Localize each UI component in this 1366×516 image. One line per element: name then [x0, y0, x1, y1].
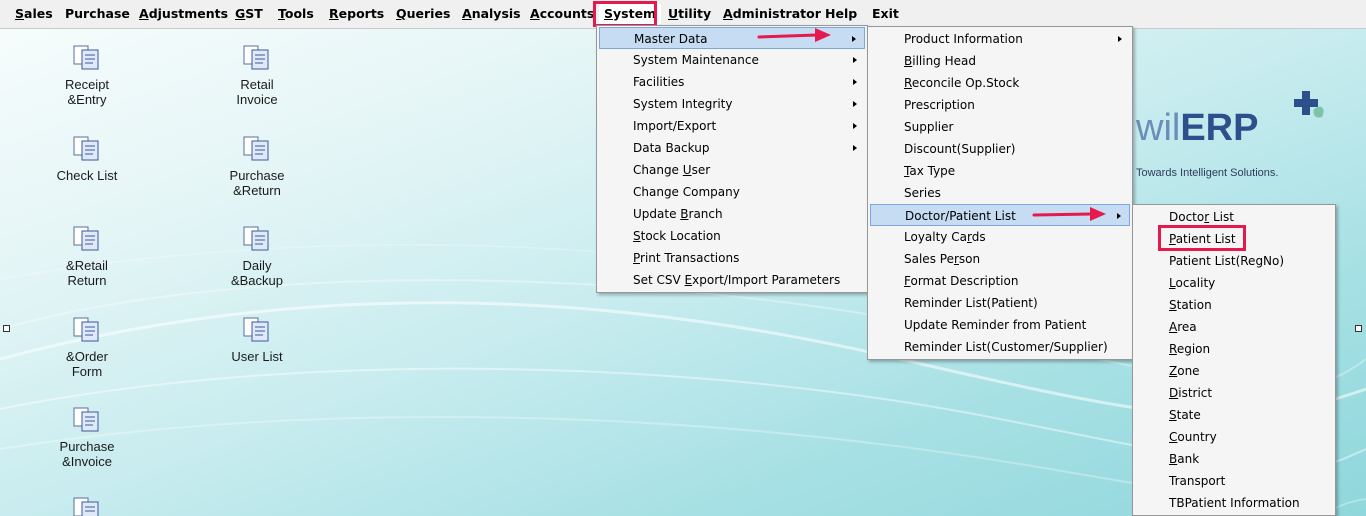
- system-menu: Master Data System Maintenance Facilitie…: [596, 25, 868, 293]
- menu-gst[interactable]: GST: [235, 4, 263, 24]
- resize-handle-right[interactable]: [1355, 325, 1362, 332]
- menu-exit[interactable]: Exit: [872, 4, 899, 24]
- dp-item-tbpatient-information[interactable]: TBPatient Information: [1135, 492, 1333, 514]
- document-icon: [243, 136, 269, 161]
- icon-check-list[interactable]: Check List: [32, 134, 142, 183]
- menu-help[interactable]: Help: [825, 4, 857, 24]
- master-item-format-description[interactable]: Format Description: [870, 270, 1130, 292]
- submenu-arrow-icon: [853, 79, 857, 85]
- dp-item-patient-list-regno[interactable]: Patient List(RegNo): [1135, 250, 1333, 272]
- menu-purchase[interactable]: Purchase: [65, 4, 130, 24]
- document-icon: [73, 317, 99, 342]
- document-icon: [73, 497, 99, 516]
- submenu-arrow-icon: [853, 123, 857, 129]
- submenu-arrow-icon: [1117, 213, 1121, 219]
- system-menu-item-system-integrity[interactable]: System Integrity: [599, 93, 865, 115]
- document-icon: [243, 317, 269, 342]
- red-arrow-icon: [757, 28, 831, 42]
- system-menu-item-system-maintenance[interactable]: System Maintenance: [599, 49, 865, 71]
- dp-item-district[interactable]: District: [1135, 382, 1333, 404]
- dp-item-region[interactable]: Region: [1135, 338, 1333, 360]
- submenu-arrow-icon: [852, 36, 856, 42]
- system-menu-item-facilities[interactable]: Facilities: [599, 71, 865, 93]
- icon-retail-return[interactable]: &Retail Return: [32, 224, 142, 288]
- system-menu-item-change-company[interactable]: Change Company: [599, 181, 865, 203]
- system-menu-item-stock-location[interactable]: Stock Location: [599, 225, 865, 247]
- dp-item-country[interactable]: Country: [1135, 426, 1333, 448]
- dp-item-transport[interactable]: Transport: [1135, 470, 1333, 492]
- menu-reports[interactable]: Reports: [329, 4, 384, 24]
- document-icon: [73, 136, 99, 161]
- master-item-product-information[interactable]: Product Information: [870, 28, 1130, 50]
- menu-analysis[interactable]: Analysis: [462, 4, 521, 24]
- icon-purchase-return[interactable]: Purchase &Return: [202, 134, 312, 198]
- master-item-update-reminder-from-patient[interactable]: Update Reminder from Patient: [870, 314, 1130, 336]
- document-icon: [73, 226, 99, 251]
- dp-item-zone[interactable]: Zone: [1135, 360, 1333, 382]
- system-menu-item-csv-export-import[interactable]: Set CSV Export/Import Parameters: [599, 269, 865, 291]
- system-menu-item-data-backup[interactable]: Data Backup: [599, 137, 865, 159]
- master-item-billing-head[interactable]: Billing Head: [870, 50, 1130, 72]
- menu-queries[interactable]: Queries: [396, 4, 450, 24]
- icon-partial[interactable]: [32, 495, 142, 516]
- logo-wordmark: wilERP: [1136, 107, 1259, 149]
- resize-handle-left[interactable]: [3, 325, 10, 332]
- menu-adjustments[interactable]: Adjustments: [139, 4, 228, 24]
- system-menu-item-print-transactions[interactable]: Print Transactions: [599, 247, 865, 269]
- submenu-arrow-icon: [853, 57, 857, 63]
- system-menu-item-update-branch[interactable]: Update Branch: [599, 203, 865, 225]
- menu-sales[interactable]: Sales: [15, 4, 53, 24]
- master-data-menu: Product Information Billing Head Reconci…: [867, 26, 1133, 360]
- menu-accounts[interactable]: Accounts: [530, 4, 594, 24]
- submenu-arrow-icon: [853, 101, 857, 107]
- menu-administrator[interactable]: Administrator: [723, 4, 821, 24]
- master-item-prescription[interactable]: Prescription: [870, 94, 1130, 116]
- medical-cross-leaf-icon: [1294, 91, 1324, 118]
- menu-tools[interactable]: Tools: [278, 4, 314, 24]
- document-icon: [73, 407, 99, 432]
- system-menu-highlight-box: [593, 1, 657, 27]
- icon-retail-invoice[interactable]: Retail Invoice: [202, 43, 312, 107]
- master-item-supplier[interactable]: Supplier: [870, 116, 1130, 138]
- dp-item-bank[interactable]: Bank: [1135, 448, 1333, 470]
- document-icon: [243, 226, 269, 251]
- master-item-discount-supplier[interactable]: Discount(Supplier): [870, 138, 1130, 160]
- master-item-reconcile-op-stock[interactable]: Reconcile Op.Stock: [870, 72, 1130, 94]
- patient-list-highlight-box: [1158, 225, 1246, 251]
- master-item-loyalty-cards[interactable]: Loyalty Cards: [870, 226, 1130, 248]
- submenu-arrow-icon: [853, 145, 857, 151]
- master-item-reminder-list-patient[interactable]: Reminder List(Patient): [870, 292, 1130, 314]
- document-icon: [73, 45, 99, 70]
- icon-user-list[interactable]: User List: [202, 315, 312, 364]
- menu-utility[interactable]: Utility: [668, 4, 711, 24]
- document-icon: [243, 45, 269, 70]
- icon-receipt-entry[interactable]: Receipt &Entry: [32, 43, 142, 107]
- icon-daily-backup[interactable]: Daily &Backup: [202, 224, 312, 288]
- system-menu-item-change-user[interactable]: Change User: [599, 159, 865, 181]
- master-item-series[interactable]: Series: [870, 182, 1130, 204]
- icon-purchase-invoice[interactable]: Purchase &Invoice: [32, 405, 142, 469]
- system-menu-item-import-export[interactable]: Import/Export: [599, 115, 865, 137]
- master-item-sales-person[interactable]: Sales Person: [870, 248, 1130, 270]
- red-arrow-icon: [1032, 207, 1106, 221]
- dp-item-locality[interactable]: Locality: [1135, 272, 1333, 294]
- dp-item-state[interactable]: State: [1135, 404, 1333, 426]
- dp-item-station[interactable]: Station: [1135, 294, 1333, 316]
- dp-item-area[interactable]: Area: [1135, 316, 1333, 338]
- master-item-reminder-list-customer-supplier[interactable]: Reminder List(Customer/Supplier): [870, 336, 1130, 358]
- master-item-tax-type[interactable]: Tax Type: [870, 160, 1130, 182]
- wilerp-logo: wilERP Towards Intelligent Solutions.: [1132, 91, 1324, 179]
- submenu-arrow-icon: [1118, 36, 1122, 42]
- icon-order-form[interactable]: &Order Form: [32, 315, 142, 379]
